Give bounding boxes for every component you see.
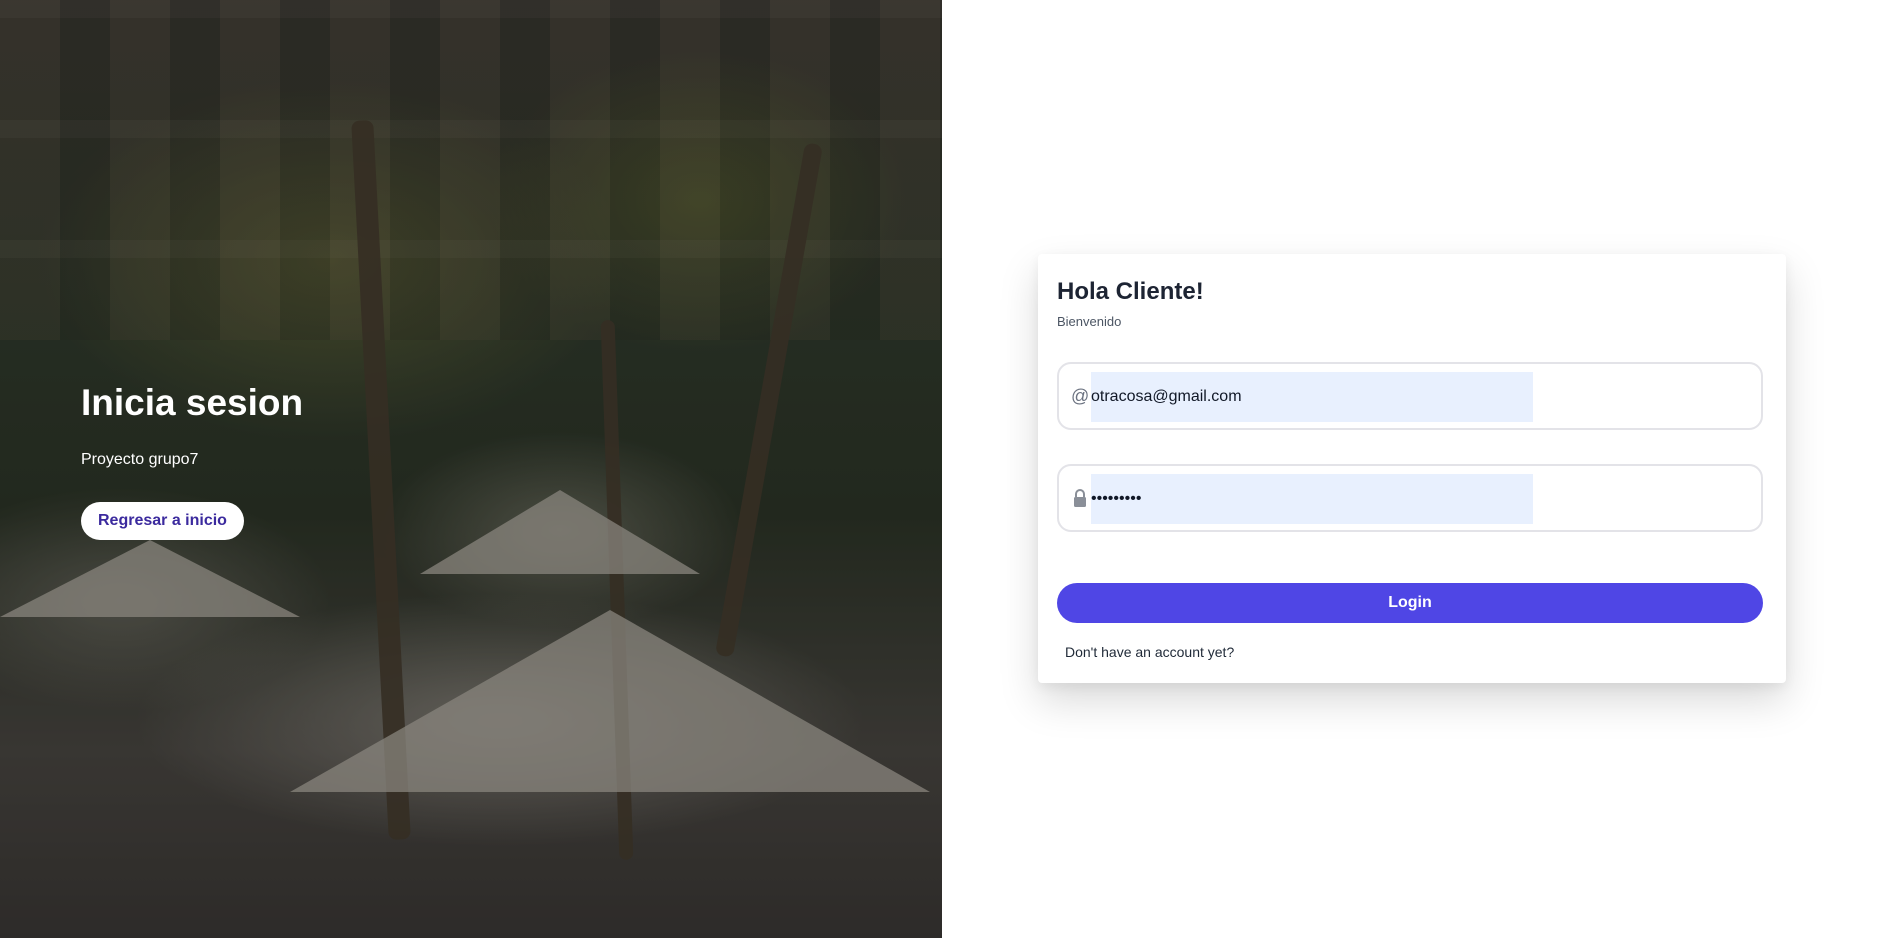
umbrella-shape [290, 610, 930, 792]
card-title: Hola Cliente! [1057, 278, 1204, 305]
hero-subtitle: Proyecto grupo7 [81, 451, 199, 468]
email-input[interactable] [1091, 372, 1533, 422]
login-page: Inicia sesion Proyecto grupo7 Regresar a… [0, 0, 1880, 938]
at-icon: @ [1071, 386, 1090, 406]
hero-background-image [351, 119, 411, 841]
lock-icon [1074, 489, 1086, 507]
umbrella-shape [420, 490, 700, 574]
hero-panel: Inicia sesion Proyecto grupo7 Regresar a… [0, 0, 942, 938]
hero-content: Inicia sesion Proyecto grupo7 Regresar a… [81, 380, 303, 540]
hero-title: Inicia sesion [81, 382, 304, 423]
password-field[interactable] [1057, 464, 1763, 532]
palm-trunk [600, 319, 634, 861]
password-input[interactable] [1091, 474, 1533, 524]
signup-link[interactable]: Don't have an account yet? [1065, 644, 1234, 660]
email-field[interactable]: @ [1057, 362, 1763, 430]
umbrella-shape [0, 540, 300, 617]
login-button[interactable]: Login [1057, 583, 1763, 623]
palm-trunk [714, 142, 824, 658]
back-to-home-button[interactable]: Regresar a inicio [81, 502, 244, 540]
login-card: Hola Cliente! Bienvenido @ Login Don't h… [1038, 254, 1786, 683]
card-subtitle: Bienvenido [1057, 314, 1122, 329]
